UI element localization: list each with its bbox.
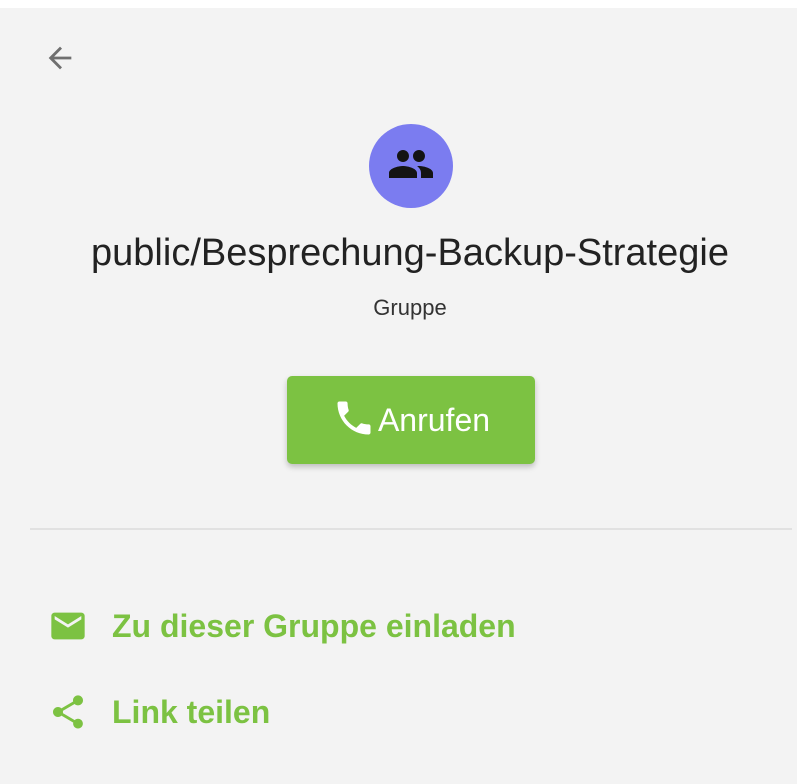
call-button-label: Anrufen [377,401,491,438]
top-strip [0,0,803,8]
invite-to-group-label: Zu dieser Gruppe einladen [112,607,516,644]
share-link-label: Link teilen [112,693,271,730]
room-type: Gruppe [373,295,447,320]
room-details-screen: public/Besprechung-Backup-Strategie Grup… [0,8,797,784]
group-icon [387,140,435,193]
call-button[interactable]: Anrufen [287,376,535,464]
back-button[interactable] [36,36,84,84]
share-link-item[interactable]: Link teilen [44,684,270,740]
invite-to-group-item[interactable]: Zu dieser Gruppe einladen [44,598,516,654]
arrow-back-icon [43,41,77,80]
phone-icon [332,396,378,445]
share-icon [44,688,92,736]
avatar [369,124,453,208]
email-icon [44,602,92,650]
divider [30,528,792,530]
room-name: public/Besprechung-Backup-Strategie [91,232,729,274]
